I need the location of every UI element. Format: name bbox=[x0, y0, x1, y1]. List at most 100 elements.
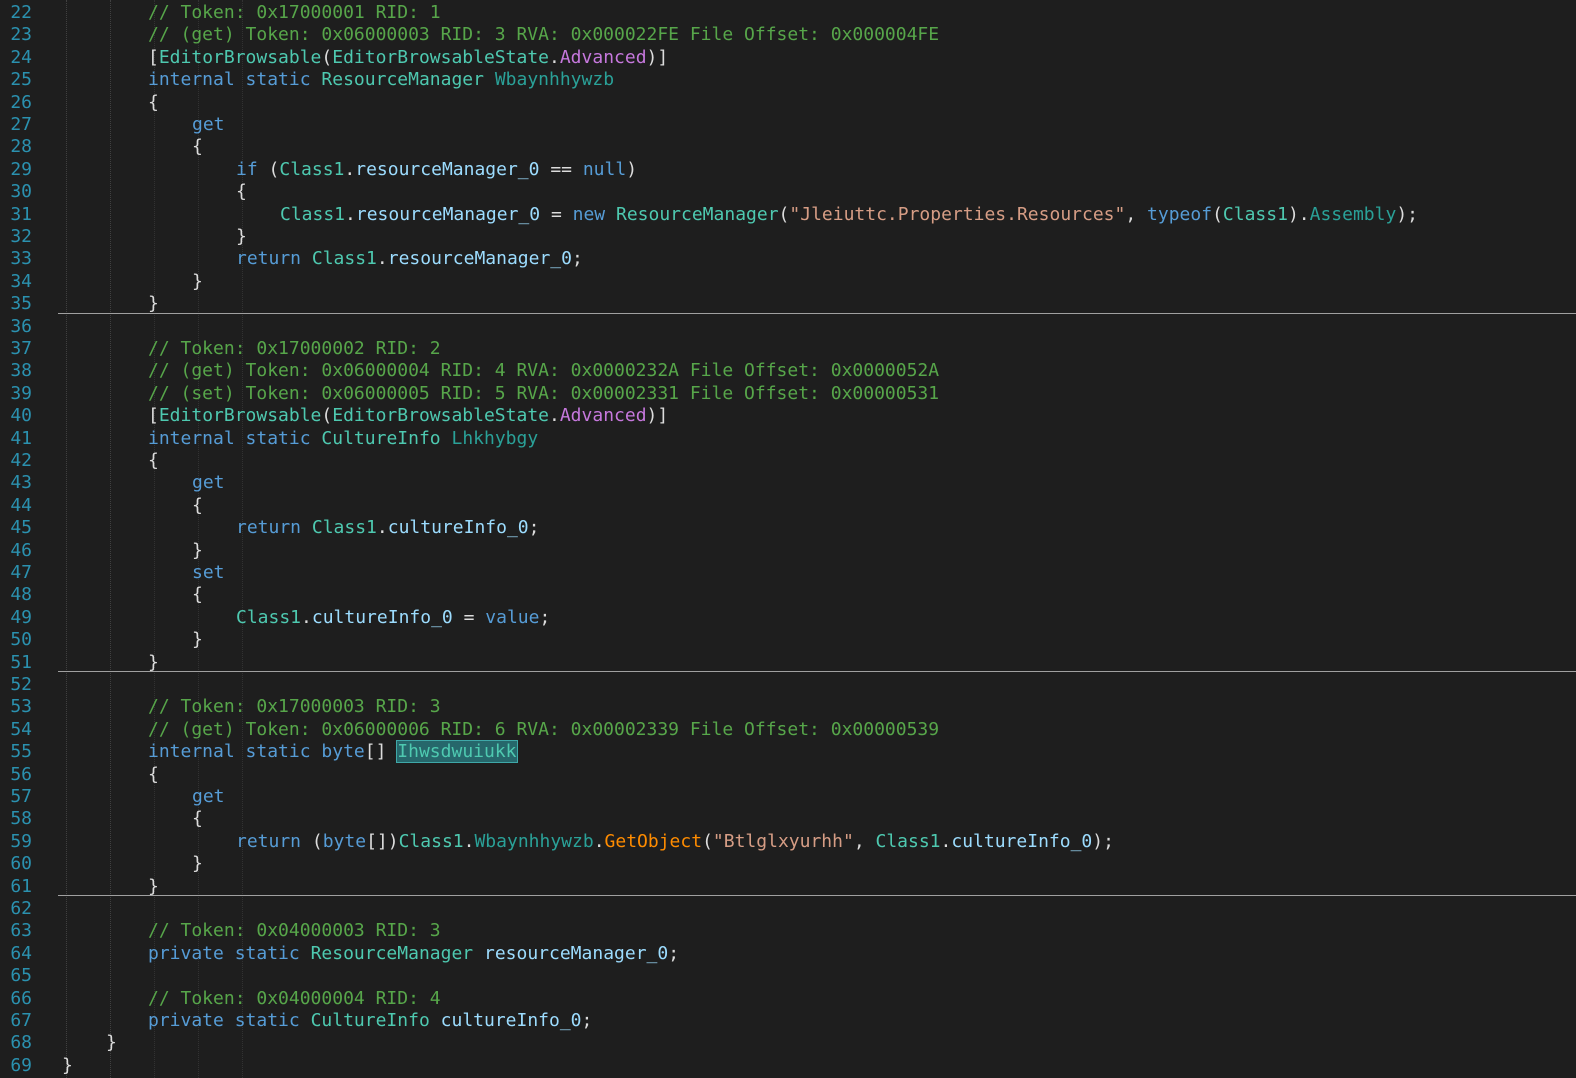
code-line[interactable]: 54 // (get) Token: 0x06000006 RID: 6 RVA:… bbox=[0, 718, 1576, 742]
code-line[interactable]: 44 { bbox=[0, 494, 1576, 518]
code-text[interactable]: get bbox=[192, 471, 225, 495]
code-line[interactable]: 46} bbox=[0, 539, 1576, 563]
code-text[interactable]: // Token: 0x04000004 RID: 4 bbox=[148, 987, 441, 1011]
code-line[interactable]: 27 get bbox=[0, 113, 1576, 137]
code-text[interactable]: get bbox=[192, 113, 225, 137]
code-line[interactable]: 53 // Token: 0x17000003 RID: 3 bbox=[0, 695, 1576, 719]
code-text[interactable]: [EditorBrowsable(EditorBrowsableState.Ad… bbox=[148, 46, 668, 70]
code-line[interactable]: 39 // (set) Token: 0x06000005 RID: 5 RVA:… bbox=[0, 382, 1576, 406]
code-line[interactable]: 37 // Token: 0x17000002 RID: 2 bbox=[0, 337, 1576, 361]
code-text[interactable]: // Token: 0x04000003 RID: 3 bbox=[148, 919, 441, 943]
code-text[interactable]: // Token: 0x17000003 RID: 3 bbox=[148, 695, 441, 719]
code-text[interactable]: private static ResourceManager resourceM… bbox=[148, 942, 679, 966]
code-text[interactable]: } bbox=[192, 270, 203, 294]
selected-identifier[interactable]: Ihwsdwuiukk bbox=[396, 740, 518, 764]
code-text[interactable]: // (get) Token: 0x06000003 RID: 3 RVA: 0… bbox=[148, 23, 939, 47]
code-text[interactable]: // (set) Token: 0x06000005 RID: 5 RVA: 0… bbox=[148, 382, 939, 406]
code-line[interactable]: 66 // Token: 0x04000004 RID: 4 bbox=[0, 987, 1576, 1011]
code-text[interactable]: internal static byte[] Ihwsdwuiukk bbox=[148, 740, 518, 764]
code-editor[interactable]: 22 // Token: 0x17000001 RID: 1 23 // (get) … bbox=[0, 0, 1576, 1078]
code-line[interactable]: 23 // (get) Token: 0x06000003 RID: 3 RVA:… bbox=[0, 23, 1576, 47]
code-text[interactable]: return Class1.resourceManager_0; bbox=[236, 247, 583, 271]
code-line[interactable]: 40 [EditorBrowsable(EditorBrowsableState.… bbox=[0, 404, 1576, 428]
code-line[interactable]: 55 internal static byte[] Ihwsdwuiukk bbox=[0, 740, 1576, 764]
code-text[interactable]: private static CultureInfo cultureInfo_0… bbox=[148, 1009, 592, 1033]
code-line[interactable]: 34} bbox=[0, 270, 1576, 294]
code-line[interactable]: 24 [EditorBrowsable(EditorBrowsableState.… bbox=[0, 46, 1576, 70]
code-line[interactable]: 49 Class1.cultureInfo_0 = value; bbox=[0, 606, 1576, 630]
code-line[interactable]: 28 { bbox=[0, 135, 1576, 159]
code-text[interactable]: { bbox=[192, 807, 203, 831]
code-text[interactable]: } bbox=[62, 1054, 73, 1078]
code-line[interactable]: 25 internal static ResourceManager Wbaynh… bbox=[0, 68, 1576, 92]
code-text[interactable]: } bbox=[106, 1031, 117, 1055]
code-line[interactable]: 68} bbox=[0, 1031, 1576, 1055]
code-line[interactable]: 62 bbox=[0, 897, 1576, 921]
code-text[interactable]: { bbox=[192, 135, 203, 159]
code-text[interactable]: { bbox=[192, 583, 203, 607]
code-token: = bbox=[540, 203, 573, 225]
code-line[interactable]: 45 return Class1.cultureInfo_0; bbox=[0, 516, 1576, 540]
code-text[interactable]: internal static CultureInfo Lhkhybgy bbox=[148, 427, 538, 451]
code-text[interactable]: return (byte[])Class1.Wbaynhhywzb.GetObj… bbox=[236, 830, 1114, 854]
code-line[interactable]: 57 get bbox=[0, 785, 1576, 809]
code-line[interactable]: 69} bbox=[0, 1054, 1576, 1078]
code-text[interactable]: [EditorBrowsable(EditorBrowsableState.Ad… bbox=[148, 404, 668, 428]
line-number: 39 bbox=[10, 382, 32, 404]
code-line[interactable]: 60} bbox=[0, 852, 1576, 876]
code-text[interactable]: { bbox=[148, 449, 159, 473]
code-line[interactable]: 56 { bbox=[0, 763, 1576, 787]
code-text[interactable]: { bbox=[236, 180, 247, 204]
code-line[interactable]: 22 // Token: 0x17000001 RID: 1 bbox=[0, 1, 1576, 25]
code-line[interactable]: 65 bbox=[0, 964, 1576, 988]
code-line[interactable]: 29 if (Class1.resourceManager_0 == null) bbox=[0, 158, 1576, 182]
code-text[interactable]: return Class1.cultureInfo_0; bbox=[236, 516, 539, 540]
line-number: 56 bbox=[10, 763, 32, 785]
code-token: ). bbox=[1287, 203, 1310, 225]
code-text[interactable]: if (Class1.resourceManager_0 == null) bbox=[236, 158, 637, 182]
code-line[interactable]: 38 // (get) Token: 0x06000004 RID: 4 RVA:… bbox=[0, 359, 1576, 383]
line-number: 47 bbox=[10, 562, 32, 583]
code-line[interactable]: 36 bbox=[0, 315, 1576, 339]
code-line[interactable]: 32} bbox=[0, 225, 1576, 249]
code-line[interactable]: 33 return Class1.resourceManager_0; bbox=[0, 247, 1576, 271]
code-line[interactable]: 52 bbox=[0, 673, 1576, 697]
line-number: 43 bbox=[10, 472, 32, 494]
code-text[interactable]: set bbox=[192, 561, 225, 585]
code-token: { bbox=[192, 136, 203, 158]
code-text[interactable]: // (get) Token: 0x06000004 RID: 4 RVA: 0… bbox=[148, 359, 939, 383]
code-line[interactable]: 30 { bbox=[0, 180, 1576, 204]
code-line[interactable]: 42 { bbox=[0, 449, 1576, 473]
code-token: get bbox=[192, 114, 225, 135]
code-text[interactable]: Class1.resourceManager_0 = new ResourceM… bbox=[280, 203, 1418, 227]
code-text[interactable]: { bbox=[148, 91, 159, 115]
code-line[interactable]: 58 { bbox=[0, 807, 1576, 831]
code-line[interactable]: 50} bbox=[0, 628, 1576, 652]
code-line[interactable]: 59 return (byte[])Class1.Wbaynhhywzb.GetO… bbox=[0, 830, 1576, 854]
code-line[interactable]: 43 get bbox=[0, 471, 1576, 495]
code-text[interactable]: // (get) Token: 0x06000006 RID: 6 RVA: 0… bbox=[148, 718, 939, 742]
code-text[interactable]: } bbox=[192, 539, 203, 563]
code-line[interactable]: 48 { bbox=[0, 583, 1576, 607]
code-text[interactable]: { bbox=[192, 494, 203, 518]
code-line[interactable]: 26 { bbox=[0, 91, 1576, 115]
code-text[interactable]: // Token: 0x17000002 RID: 2 bbox=[148, 337, 441, 361]
code-line[interactable]: 41 internal static CultureInfo Lhkhybgy bbox=[0, 427, 1576, 451]
code-line[interactable]: 64 private static ResourceManager resourc… bbox=[0, 942, 1576, 966]
code-text[interactable]: internal static ResourceManager Wbaynhhy… bbox=[148, 68, 614, 92]
code-text[interactable]: } bbox=[236, 225, 247, 249]
code-line[interactable]: 67 private static CultureInfo cultureInfo… bbox=[0, 1009, 1576, 1033]
code-text[interactable]: get bbox=[192, 785, 225, 809]
code-text[interactable]: } bbox=[192, 852, 203, 876]
code-text[interactable]: Class1.cultureInfo_0 = value; bbox=[236, 606, 550, 630]
code-text[interactable]: { bbox=[148, 763, 159, 787]
code-line[interactable]: 47 set bbox=[0, 561, 1576, 585]
code-token: // (get) Token: 0x06000003 RID: 3 RVA: 0… bbox=[148, 24, 940, 46]
code-token: = bbox=[452, 606, 486, 628]
code-text[interactable]: // Token: 0x17000001 RID: 1 bbox=[148, 1, 441, 25]
code-line[interactable]: 31 Class1.resourceManager_0 = new Resourc… bbox=[0, 203, 1576, 227]
code-text[interactable]: } bbox=[192, 628, 203, 652]
code-line[interactable]: 63 // Token: 0x04000003 RID: 3 bbox=[0, 919, 1576, 943]
